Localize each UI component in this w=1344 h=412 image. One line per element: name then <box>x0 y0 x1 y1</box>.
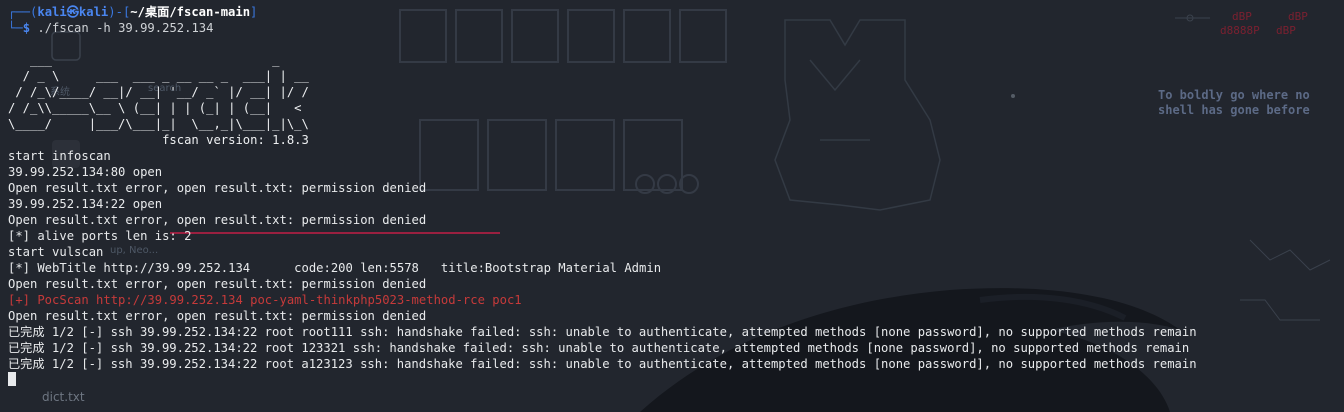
poc-hit-line: [+] PocScan http://39.99.252.134 poc-yam… <box>8 293 522 307</box>
banner-line: fscan version: 1.8.3 <box>8 133 309 147</box>
output-line: 已完成 1/2 [-] ssh 39.99.252.134:22 root a1… <box>8 357 1197 371</box>
prompt-corner-1: ┌──( <box>8 5 38 19</box>
prompt-line-2: └─$ ./fscan -h 39.99.252.134 <box>8 20 1197 36</box>
output-line: Open result.txt error, open result.txt: … <box>8 309 427 323</box>
terminal-output[interactable]: ┌──(kali㉿kali)-[~/桌面/fscan-main] └─$ ./f… <box>8 4 1197 388</box>
desktop-file-label[interactable]: dict.txt <box>42 390 85 404</box>
svg-text:dBP: dBP <box>1276 24 1296 37</box>
prompt-path: ~/桌面/fscan-main <box>130 5 251 19</box>
prompt-sep: )-[ <box>108 5 131 19</box>
output-line: 已完成 1/2 [-] ssh 39.99.252.134:22 root ro… <box>8 325 1197 339</box>
banner-line: ___ _ <box>8 53 280 67</box>
prompt-at: ㉿ <box>66 5 79 19</box>
output-line: [*] alive ports len is: 2 <box>8 229 192 243</box>
fscan-banner: ___ _ / _ \ ___ ___ _ __ __ _ ___| | __ … <box>8 52 1197 148</box>
svg-text:d8888P: d8888P <box>1220 24 1260 37</box>
output-line: 已完成 1/2 [-] ssh 39.99.252.134:22 root 12… <box>8 341 1190 355</box>
output-line: Open result.txt error, open result.txt: … <box>8 213 427 227</box>
prompt-line-1: ┌──(kali㉿kali)-[~/桌面/fscan-main] <box>8 4 1197 20</box>
cursor-line <box>8 372 1197 388</box>
scan-output: start infoscan 39.99.252.134:80 open Open … <box>8 148 1197 372</box>
prompt-host: kali <box>78 5 109 19</box>
output-line: 39.99.252.134:80 open <box>8 165 163 179</box>
prompt-corner-2: └─ <box>8 21 23 35</box>
prompt-close: ] <box>250 5 258 19</box>
output-line: Open result.txt error, open result.txt: … <box>8 277 427 291</box>
text-cursor <box>8 372 16 386</box>
banner-line: / /_\/____/ __|/ __| '__/ _` |/ __| |/ / <box>8 85 309 99</box>
svg-text:dBP: dBP <box>1288 10 1308 23</box>
output-line: start infoscan <box>8 149 111 163</box>
command-text: ./fscan -h 39.99.252.134 <box>37 21 214 35</box>
banner-line: \____/ |___/\___|_| \__,_|\___|_|\_\ <box>8 117 309 131</box>
prompt-user: kali <box>37 5 67 19</box>
output-line: Open result.txt error, open result.txt: … <box>8 181 427 195</box>
banner-line: / /_\\_____\__ \ (__| | | (_| | (__| < <box>8 101 302 115</box>
prompt-dollar: $ <box>22 21 38 35</box>
output-line: start vulscan <box>8 245 104 259</box>
output-line: [*] WebTitle http://39.99.252.134 code:2… <box>8 261 662 275</box>
svg-text:dBP: dBP <box>1232 10 1252 23</box>
output-line: 39.99.252.134:22 open <box>8 197 163 211</box>
banner-line: / _ \ ___ ___ _ __ __ _ ___| | __ <box>8 69 309 83</box>
